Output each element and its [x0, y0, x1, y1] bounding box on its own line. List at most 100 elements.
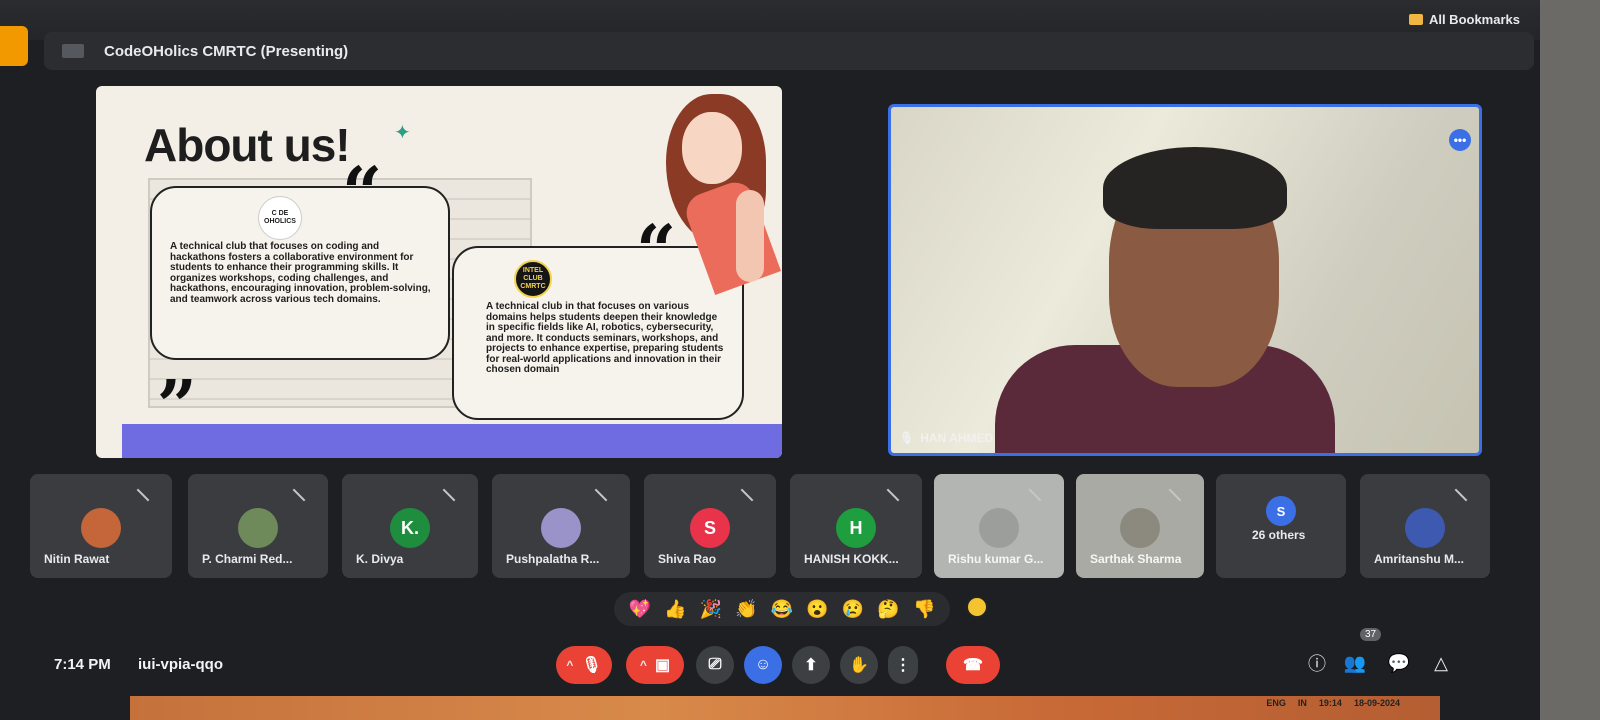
participant-tile[interactable]: Rishu kumar G...: [934, 474, 1064, 578]
raise-hand-button[interactable]: ✋: [840, 646, 878, 684]
speaker-video-tile[interactable]: ••• 🎙 HAN AHMED: [888, 104, 1482, 456]
meeting-time: 7:14 PM: [54, 656, 111, 673]
activities-button[interactable]: △: [1428, 650, 1454, 676]
participant-tile[interactable]: Pushpalatha R...: [492, 474, 630, 578]
present-icon: ⬆: [804, 657, 818, 674]
participant-name: Pushpalatha R...: [506, 552, 600, 566]
presentation-thumbnail-icon: [62, 44, 84, 58]
participant-name: 26 others: [1252, 528, 1306, 542]
sparkle-icon: ✦: [394, 122, 411, 144]
present-screen-button[interactable]: ⬆: [792, 646, 830, 684]
clapping-reaction[interactable]: 👏: [735, 600, 757, 618]
audio-level-icon: 🎙: [899, 431, 915, 445]
slide-footer-stripe: [122, 424, 782, 458]
quote-mark-icon: “: [636, 209, 677, 292]
more-options-button[interactable]: •••: [1449, 129, 1471, 151]
bookmarks-label: All Bookmarks: [1428, 12, 1520, 27]
quote-mark-icon: “: [156, 330, 197, 413]
os-taskbar: ENG IN 19:14 18-09-2024: [130, 696, 1440, 720]
reactions-bar: 💖 👍 🎉 👏 😂 😮 😢 🤔 👎: [614, 592, 950, 626]
participant-tile[interactable]: H HANISH KOKK...: [790, 474, 922, 578]
presenting-title: CodeOHolics CMRTC (Presenting): [104, 42, 349, 60]
more-vert-icon: ⋮: [895, 657, 911, 674]
participant-name: K. Divya: [356, 552, 404, 566]
thinking-reaction[interactable]: 🤔: [877, 600, 899, 618]
thumbs-up-reaction[interactable]: 👍: [664, 600, 686, 618]
camera-toggle-button[interactable]: ^ ▣: [626, 646, 684, 684]
presenting-header: CodeOHolics CMRTC (Presenting): [44, 32, 1534, 70]
participant-tile[interactable]: S Shiva Rao: [644, 474, 776, 578]
date: 18-09-2024: [1353, 698, 1400, 708]
laughing-reaction[interactable]: 😂: [771, 600, 793, 618]
avatar: [1120, 508, 1160, 548]
sparkling-heart-reaction[interactable]: 💖: [629, 600, 651, 618]
participant-tile[interactable]: Nitin Rawat: [30, 474, 172, 578]
chevron-up-icon: ^: [566, 658, 574, 672]
more-options-menu-button[interactable]: ⋮: [888, 646, 918, 684]
mic-off-icon: [1452, 486, 1470, 504]
participant-tile[interactable]: Amritanshu M...: [1360, 474, 1490, 578]
avatar: [979, 508, 1019, 548]
all-bookmarks-button[interactable]: All Bookmarks: [1408, 12, 1520, 27]
speaker-hair: [1103, 147, 1287, 229]
sad-reaction[interactable]: 😢: [842, 600, 864, 618]
info-icon: ⓘ: [1308, 654, 1326, 674]
mic-off-icon: [592, 486, 610, 504]
participant-count-badge: 37: [1360, 628, 1382, 641]
mic-off-icon: [134, 486, 152, 504]
quote-mark-icon: “: [342, 151, 383, 234]
mic-off-icon: [1166, 486, 1184, 504]
meeting-details-button[interactable]: ⓘ: [1304, 650, 1330, 676]
emoji-reactions-button[interactable]: ☺: [744, 646, 782, 684]
phone-hangup-icon: ☎: [963, 657, 983, 674]
thumbs-down-reaction[interactable]: 👎: [913, 600, 935, 618]
mic-off-icon: [738, 486, 756, 504]
participant-name: Sarthak Sharma: [1090, 552, 1182, 566]
avatar: S: [690, 508, 730, 548]
chat-icon: 💬: [1387, 652, 1411, 673]
captions-button[interactable]: ⎚: [696, 646, 734, 684]
participant-tile[interactable]: P. Charmi Red...: [188, 474, 328, 578]
folder-icon: [1408, 14, 1423, 25]
skin-tone-selector[interactable]: [966, 596, 988, 618]
codeoholics-description: A technical club that focuses on coding …: [170, 241, 431, 305]
avatar: [1405, 508, 1445, 548]
chat-button[interactable]: 💬: [1386, 650, 1412, 676]
clock[interactable]: 19:14: [1319, 698, 1342, 708]
participant-name: Shiva Rao: [658, 552, 717, 566]
participant-name: Amritanshu M...: [1374, 552, 1465, 566]
mic-off-icon: [290, 486, 308, 504]
speaker-name-label: 🎙 HAN AHMED: [899, 431, 993, 445]
microphone-toggle-button[interactable]: ^ 🎙: [556, 646, 612, 684]
region-indicator: IN: [1297, 698, 1307, 708]
avatar: [81, 508, 121, 548]
mic-off-icon: [440, 486, 458, 504]
participant-tile[interactable]: K. K. Divya: [342, 474, 478, 578]
participant-name: P. Charmi Red...: [202, 552, 293, 566]
others-tile[interactable]: S 26 others: [1216, 474, 1346, 578]
illustration-girl-arm: [736, 190, 764, 282]
codeoholics-logo: C DE OHOLICS: [258, 196, 302, 240]
activities-icon: △: [1434, 652, 1448, 673]
avatar: H: [836, 508, 876, 548]
participant-name: Nitin Rawat: [44, 552, 110, 566]
people-icon: 👥: [1343, 652, 1367, 673]
surprised-reaction[interactable]: 😮: [806, 600, 828, 618]
intel-club-description: A technical club in that focuses on vari…: [486, 301, 724, 375]
speaker-name: HAN AHMED: [920, 431, 994, 445]
participant-tile[interactable]: Sarthak Sharma: [1076, 474, 1204, 578]
system-tray: ENG IN 19:14 18-09-2024: [1266, 698, 1400, 708]
illustration-girl-face: [682, 112, 742, 184]
party-popper-reaction[interactable]: 🎉: [700, 600, 722, 618]
language-indicator[interactable]: ENG: [1266, 698, 1286, 708]
people-button[interactable]: 👥: [1342, 650, 1368, 676]
meeting-code[interactable]: iui-vpia-qqo: [138, 656, 223, 673]
side-panel-tab[interactable]: [0, 26, 28, 66]
avatar: S: [1266, 496, 1296, 526]
slide-heading: About us!: [144, 119, 351, 171]
avatar: K.: [390, 508, 430, 548]
mic-off-icon: 🎙: [581, 657, 602, 674]
intel-club-logo: INTEL CLUB CMRTC: [514, 260, 552, 298]
leave-call-button[interactable]: ☎: [946, 646, 1000, 684]
mic-off-icon: [1026, 486, 1044, 504]
